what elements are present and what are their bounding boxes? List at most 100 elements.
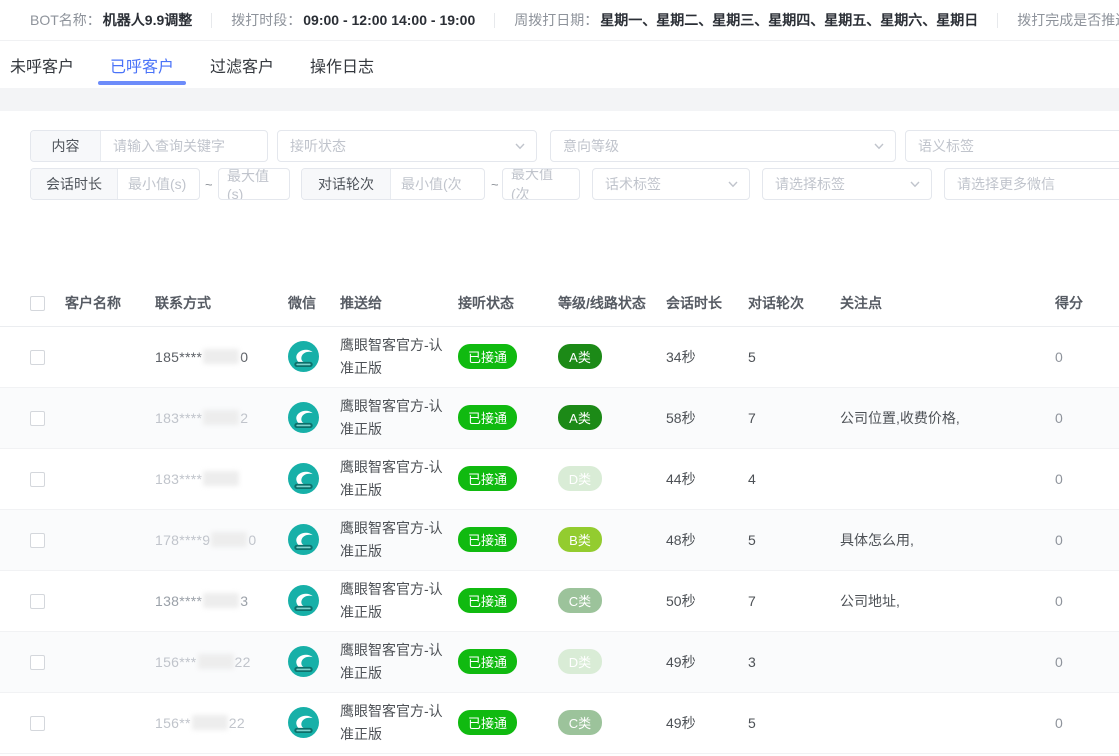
intent-level-select[interactable]: 意向等级 xyxy=(550,130,896,162)
divider xyxy=(211,13,212,28)
col-rounds: 对话轮次 xyxy=(738,280,830,326)
push-target-cell: 鹰眼智客官方-认准正版 xyxy=(330,326,448,387)
redacted-digits xyxy=(203,471,239,486)
select-all-checkbox[interactable] xyxy=(30,296,45,311)
listen-status-badge: 已接通 xyxy=(458,405,517,430)
col-listen-status: 接听状态 xyxy=(448,280,548,326)
row-checkbox[interactable] xyxy=(30,594,45,609)
grade-badge: A类 xyxy=(558,405,602,430)
content-keyword-input[interactable]: 请输入查询关键字 xyxy=(101,136,267,156)
wechat-avatar-cell xyxy=(278,570,330,631)
script-tag-placeholder: 话术标签 xyxy=(605,174,661,194)
score-cell: 0 xyxy=(1045,387,1119,448)
bot-name-label: BOT名称： xyxy=(30,10,101,30)
more-wechat-select[interactable]: 请选择更多微信 xyxy=(944,168,1119,200)
grade-cell: C类 xyxy=(548,570,656,631)
phone-number: 185****0 xyxy=(155,349,248,365)
wechat-avatar-cell xyxy=(278,692,330,753)
wechat-avatar-cell xyxy=(278,448,330,509)
score-cell: 0 xyxy=(1045,692,1119,753)
focus-cell xyxy=(830,448,1045,509)
semantic-tag-placeholder: 语义标签 xyxy=(906,136,1119,156)
row-checkbox[interactable] xyxy=(30,655,45,670)
rounds-max-input[interactable]: 最大值(次 xyxy=(502,168,580,200)
chevron-down-icon xyxy=(727,178,739,190)
grade-cell: A类 xyxy=(548,387,656,448)
rounds-min-input[interactable]: 最小值(次 xyxy=(391,174,484,194)
duration-filter-label: 会话时长 xyxy=(31,169,118,199)
phone-number: 156**22 xyxy=(155,715,245,731)
duration-min-input[interactable]: 最小值(s) xyxy=(118,174,199,194)
customer-name-cell xyxy=(55,631,145,692)
wechat-avatar-cell xyxy=(278,326,330,387)
rounds-cell: 4 xyxy=(738,448,830,509)
table-row: 156**22 鹰眼智客官方-认准正版 已接通 C类 49秒 5 0 xyxy=(0,692,1119,753)
listen-status-cell: 已接通 xyxy=(448,509,548,570)
tab-operation-log[interactable]: 操作日志 xyxy=(310,41,374,88)
push-target-text: 鹰眼智客官方-认准正版 xyxy=(340,700,456,746)
chevron-down-icon xyxy=(873,140,885,152)
duration-cell: 50秒 xyxy=(656,570,738,631)
dial-period-label: 拨打时段： xyxy=(231,10,301,30)
tab-called[interactable]: 已呼客户 xyxy=(110,41,174,88)
row-checkbox[interactable] xyxy=(30,472,45,487)
tag-select[interactable]: 请选择标签 xyxy=(762,168,932,200)
tab-filtered[interactable]: 过滤客户 xyxy=(210,41,274,88)
rounds-filter-label: 对话轮次 xyxy=(302,169,391,199)
push-wechat-item: 拨打完成是否推送微信消 xyxy=(1017,10,1119,30)
brand-wechat-avatar-icon xyxy=(288,463,319,494)
duration-cell: 49秒 xyxy=(656,631,738,692)
focus-cell xyxy=(830,326,1045,387)
listen-status-badge: 已接通 xyxy=(458,466,517,491)
focus-cell: 公司地址, xyxy=(830,570,1045,631)
row-checkbox[interactable] xyxy=(30,533,45,548)
rounds-max-placeholder: 最大值(次 xyxy=(503,168,579,200)
duration-filter-group: 会话时长 最小值(s) xyxy=(30,168,200,200)
push-target-text: 鹰眼智客官方-认准正版 xyxy=(340,395,456,441)
checkbox-cell xyxy=(0,692,55,753)
duration-cell: 58秒 xyxy=(656,387,738,448)
redacted-digits xyxy=(203,593,239,608)
duration-max-input[interactable]: 最大值(s) xyxy=(218,168,290,200)
rounds-cell: 7 xyxy=(738,570,830,631)
listen-status-placeholder: 接听状态 xyxy=(290,136,346,156)
push-target-cell: 鹰眼智客官方-认准正版 xyxy=(330,448,448,509)
listen-status-badge: 已接通 xyxy=(458,710,517,735)
listen-status-cell: 已接通 xyxy=(448,631,548,692)
listen-status-badge: 已接通 xyxy=(458,588,517,613)
row-checkbox[interactable] xyxy=(30,350,45,365)
checkbox-cell xyxy=(0,326,55,387)
rounds-cell: 7 xyxy=(738,387,830,448)
listen-status-select[interactable]: 接听状态 xyxy=(277,130,537,162)
push-target-text: 鹰眼智客官方-认准正版 xyxy=(340,517,456,563)
tab-uncalled[interactable]: 未呼客户 xyxy=(10,41,74,88)
customer-name-cell xyxy=(55,387,145,448)
checkbox-cell xyxy=(0,570,55,631)
push-target-text: 鹰眼智客官方-认准正版 xyxy=(340,578,456,624)
header-checkbox-cell xyxy=(0,280,55,326)
phone-number: 178****90 xyxy=(155,532,256,548)
col-contact: 联系方式 xyxy=(145,280,278,326)
listen-status-cell: 已接通 xyxy=(448,326,548,387)
semantic-tag-input[interactable]: 语义标签 xyxy=(905,130,1119,162)
script-tag-select[interactable]: 话术标签 xyxy=(592,168,750,200)
col-score: 得分 xyxy=(1045,280,1119,326)
duration-cell: 48秒 xyxy=(656,509,738,570)
grade-badge: C类 xyxy=(558,710,602,735)
row-checkbox[interactable] xyxy=(30,716,45,731)
listen-status-badge: 已接通 xyxy=(458,344,517,369)
table-row: 183**** 鹰眼智客官方-认准正版 已接通 D类 44秒 4 0 xyxy=(0,448,1119,509)
grade-cell: C类 xyxy=(548,692,656,753)
brand-wechat-avatar-icon xyxy=(288,402,319,433)
phone-cell: 183****2 xyxy=(145,387,278,448)
table-row: 183****2 鹰眼智客官方-认准正版 已接通 A类 58秒 7 公司位置,收… xyxy=(0,387,1119,448)
chevron-down-icon xyxy=(909,178,921,190)
redacted-digits xyxy=(211,532,247,547)
col-customer-name: 客户名称 xyxy=(55,280,145,326)
more-wechat-placeholder: 请选择更多微信 xyxy=(945,174,1119,194)
bot-name-item: BOT名称： 机器人9.9调整 xyxy=(30,10,192,30)
duration-max-placeholder: 最大值(s) xyxy=(219,168,289,200)
grade-cell: A类 xyxy=(548,326,656,387)
section-divider-band xyxy=(0,88,1119,111)
row-checkbox[interactable] xyxy=(30,411,45,426)
